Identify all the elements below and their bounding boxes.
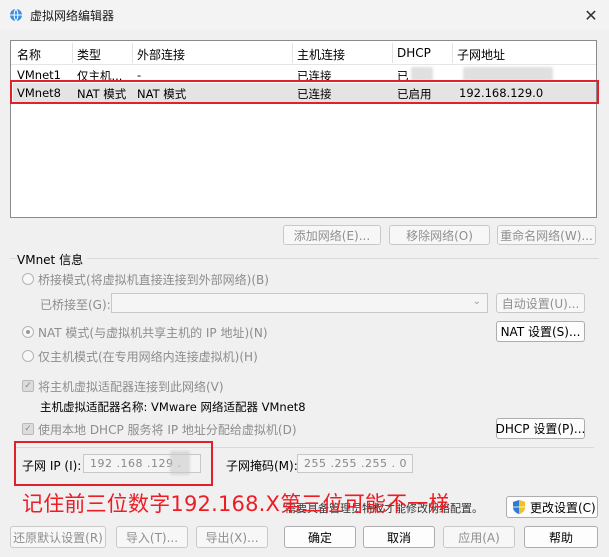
connect-adapter-label: 将主机虚拟适配器连接到此网络(V) [38, 380, 224, 394]
restore-defaults-button[interactable]: 还原默认设置(R) [10, 526, 106, 548]
close-icon[interactable]: ✕ [576, 3, 606, 27]
redaction-blur [411, 67, 433, 81]
redaction-blur [463, 67, 553, 81]
header-divider [392, 43, 393, 63]
vmnet-info-title: VMnet 信息 [17, 251, 88, 268]
redaction-blur [170, 451, 190, 475]
header-external[interactable]: 外部连接 [137, 46, 185, 63]
dhcp-settings-button[interactable]: DHCP 设置(P)... [496, 418, 585, 439]
network-globe-icon [10, 8, 22, 22]
header-divider [72, 43, 73, 63]
rename-network-button[interactable]: 重命名网络(W)... [497, 225, 596, 245]
title-bar: 虚拟网络编辑器 ✕ [0, 0, 609, 30]
subnet-mask-label: 子网掩码(M): [226, 459, 298, 473]
header-divider [292, 43, 293, 63]
bridged-to-label: 已桥接至(G): [40, 298, 111, 312]
bridged-label: 桥接模式(将虚拟机直接连接到外部网络)(B) [38, 273, 269, 287]
header-host[interactable]: 主机连接 [297, 46, 345, 63]
header-divider [132, 43, 133, 63]
hostonly-radio[interactable] [22, 350, 34, 362]
annotation-text: 记住前三位数字192.168.X第三位可能不一样 [22, 492, 450, 516]
apply-button[interactable]: 应用(A) [443, 526, 515, 548]
bridged-radio[interactable] [22, 273, 34, 285]
nat-settings-button[interactable]: NAT 设置(S)... [496, 321, 585, 342]
use-dhcp-label: 使用本地 DHCP 服务将 IP 地址分配给虚拟机(D) [38, 423, 297, 437]
highlight-box-vmnet8 [10, 80, 599, 104]
subnet-ip-label: 子网 IP (I): [22, 459, 82, 473]
shield-icon [513, 500, 525, 514]
header-dhcp[interactable]: DHCP [397, 46, 431, 60]
add-network-button[interactable]: 添加网络(E)... [283, 225, 381, 245]
change-settings-label: 更改设置(C) [530, 500, 596, 515]
bridged-to-select[interactable]: ⌄ [111, 293, 488, 313]
export-button[interactable]: 导出(X)... [196, 526, 268, 548]
header-type[interactable]: 类型 [77, 46, 101, 63]
list-header: 名称 类型 外部连接 主机连接 DHCP 子网地址 [11, 41, 596, 65]
connect-adapter-checkbox[interactable]: ✓ [22, 380, 34, 392]
nat-radio[interactable] [22, 326, 34, 338]
help-button[interactable]: 帮助 [524, 526, 598, 548]
header-subnet[interactable]: 子网地址 [457, 46, 505, 63]
nat-label: NAT 模式(与虚拟机共享主机的 IP 地址)(N) [38, 326, 268, 340]
header-name[interactable]: 名称 [17, 46, 41, 63]
auto-settings-button[interactable]: 自动设置(U)... [496, 293, 585, 313]
network-list[interactable]: 名称 类型 外部连接 主机连接 DHCP 子网地址 VMnet1 仅主机... … [10, 40, 597, 218]
ok-button[interactable]: 确定 [284, 526, 356, 548]
adapter-name-label: 主机虚拟适配器名称: VMware 网络适配器 VMnet8 [40, 400, 306, 414]
chevron-down-icon: ⌄ [472, 296, 481, 307]
window-title: 虚拟网络编辑器 [30, 9, 115, 23]
header-divider [452, 43, 453, 63]
subnet-mask-input[interactable]: 255 .255 .255 . 0 [297, 454, 413, 473]
use-dhcp-checkbox[interactable]: ✓ [22, 423, 34, 435]
import-button[interactable]: 导入(T)... [116, 526, 188, 548]
remove-network-button[interactable]: 移除网络(O) [389, 225, 490, 245]
cancel-button[interactable]: 取消 [363, 526, 435, 548]
change-settings-button[interactable]: 更改设置(C) [506, 496, 598, 518]
hostonly-label: 仅主机模式(在专用网络内连接虚拟机)(H) [38, 350, 258, 364]
